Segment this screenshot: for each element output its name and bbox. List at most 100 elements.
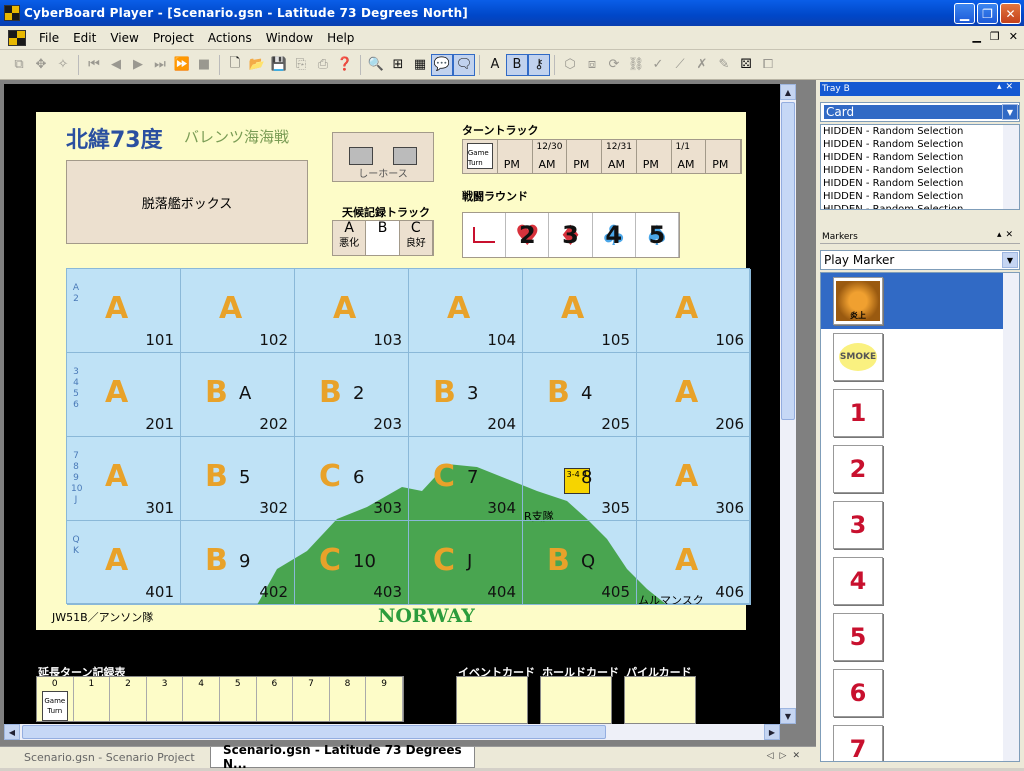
tray-select[interactable]: Card ▼ bbox=[820, 102, 1020, 122]
help-pointer-icon[interactable]: ❓ bbox=[334, 54, 356, 76]
stop-icon[interactable]: ■ bbox=[193, 54, 215, 76]
tray-pane-buttons-icon[interactable]: ▴✕ bbox=[997, 82, 1017, 92]
marker-item[interactable]: 3 bbox=[821, 497, 1019, 553]
marker-item[interactable]: 5 bbox=[821, 609, 1019, 665]
sea-zone-302[interactable]: B 5 302 bbox=[181, 437, 295, 521]
sea-zone-101[interactable]: A 101 bbox=[67, 269, 181, 353]
hold-box[interactable]: しーホース bbox=[332, 132, 434, 182]
window-icon[interactable]: ⧠ bbox=[757, 54, 779, 76]
menu-actions[interactable]: Actions bbox=[201, 31, 259, 45]
sea-zone-104[interactable]: A 104 bbox=[409, 269, 523, 353]
marker-tile[interactable]: SMOKE bbox=[833, 333, 883, 381]
tray-item[interactable]: HIDDEN - Random Selection bbox=[821, 177, 1019, 190]
mdi-restore-icon[interactable]: ❐ bbox=[990, 30, 1000, 43]
balloon-icon[interactable]: 🗨 bbox=[453, 53, 475, 76]
tray-item[interactable]: HIDDEN - Random Selection bbox=[821, 125, 1019, 138]
menu-edit[interactable]: Edit bbox=[66, 31, 103, 45]
marker-tile[interactable]: 3 bbox=[833, 501, 883, 549]
fast-forward-icon[interactable]: ⏩ bbox=[171, 54, 193, 76]
sea-zone-103[interactable]: A 103 bbox=[295, 269, 409, 353]
marker-item[interactable]: SMOKE bbox=[821, 329, 1019, 385]
save-icon[interactable]: 💾 bbox=[268, 54, 290, 76]
app-icon[interactable] bbox=[4, 5, 20, 21]
vertical-scroll-thumb[interactable] bbox=[781, 102, 795, 420]
marker-item[interactable]: 炎上 bbox=[821, 273, 1019, 329]
move-icon[interactable]: ✥ bbox=[30, 54, 52, 76]
sea-zone-206[interactable]: A 206 bbox=[637, 353, 751, 437]
pile-card-box[interactable] bbox=[624, 676, 696, 724]
next-move-icon[interactable]: ▶ bbox=[127, 54, 149, 76]
rotate-icon[interactable]: ⟳ bbox=[603, 54, 625, 76]
pen-icon[interactable]: ✎ bbox=[713, 54, 735, 76]
sea-zone-306[interactable]: A 306 bbox=[637, 437, 751, 521]
lock-icon[interactable]: ⬡ bbox=[559, 54, 581, 76]
chevron-down-icon[interactable]: ▼ bbox=[1002, 252, 1018, 268]
battle-round-cell[interactable]: ♦ 3 bbox=[549, 213, 593, 257]
layer-icon[interactable]: ⧈ bbox=[581, 54, 603, 76]
marker-tile[interactable]: 炎上 bbox=[833, 277, 883, 325]
scroll-up-icon[interactable]: ▲ bbox=[780, 84, 796, 100]
extended-turn-cell[interactable]: 3 bbox=[147, 677, 184, 721]
turn-cell[interactable]: PM bbox=[497, 140, 533, 173]
hold-chit-2[interactable] bbox=[393, 147, 417, 165]
sea-zone-406[interactable]: A 406 bbox=[637, 521, 751, 605]
event-card-box[interactable] bbox=[456, 676, 528, 724]
sea-zone-301[interactable]: A 301 bbox=[67, 437, 181, 521]
marker-list[interactable]: 炎上 SMOKE 1 2 3 4 5 6 7 bbox=[820, 272, 1020, 762]
draw-line-icon[interactable]: ⟋ bbox=[669, 54, 691, 76]
mdi-minimize-icon[interactable]: ▁ bbox=[972, 30, 980, 43]
first-move-icon[interactable]: ⏮ bbox=[83, 54, 105, 76]
copy-icon[interactable]: ⎘ bbox=[290, 54, 312, 76]
marker-set-select[interactable]: Play Marker ▼ bbox=[820, 250, 1020, 270]
sea-zone-201[interactable]: A 201 bbox=[67, 353, 181, 437]
link-icon[interactable]: ⛓ bbox=[625, 54, 647, 76]
turn-cell[interactable]: 1/1 AM bbox=[671, 140, 707, 173]
tray-item[interactable]: HIDDEN - Random Selection bbox=[821, 190, 1019, 203]
dice-icon[interactable]: ⚄ bbox=[735, 54, 757, 76]
bold-icon[interactable]: B bbox=[506, 53, 528, 76]
extended-turn-cell[interactable]: 8 bbox=[330, 677, 367, 721]
game-board[interactable]: 北緯73度 バレンツ海海戦 脱落艦ボックス しーホース ターントラック Game… bbox=[36, 112, 751, 630]
open-folder-icon[interactable]: 📂 bbox=[246, 54, 268, 76]
sea-zone-401[interactable]: A 401 bbox=[67, 521, 181, 605]
restore-button[interactable]: ❐ bbox=[977, 3, 998, 24]
tray-item[interactable]: HIDDEN - Random Selection bbox=[821, 138, 1019, 151]
sea-zone-305[interactable]: 8 305 bbox=[523, 437, 637, 521]
mdi-close-icon[interactable]: ✕ bbox=[1009, 30, 1018, 43]
tab-board-view[interactable]: Scenario.gsn - Latitude 73 Degrees N... bbox=[210, 743, 475, 771]
battle-round-cell[interactable]: ♠ 5 bbox=[636, 213, 680, 257]
board-vertical-scrollbar[interactable]: ▲ ▼ bbox=[780, 84, 796, 724]
marker-tile[interactable]: 1 bbox=[833, 389, 883, 437]
tab-scenario-project[interactable]: Scenario.gsn - Scenario Project bbox=[12, 747, 207, 768]
markers-pane-buttons-icon[interactable]: ▴✕ bbox=[997, 230, 1017, 240]
hold-chit-1[interactable] bbox=[349, 147, 373, 165]
scroll-left-icon[interactable]: ◀ bbox=[4, 724, 20, 740]
sea-zone-203[interactable]: B 2 203 bbox=[295, 353, 409, 437]
turn-cell[interactable]: 12/31 AM bbox=[602, 140, 637, 173]
chevron-down-icon[interactable]: ▼ bbox=[1002, 104, 1018, 120]
close-button[interactable]: ✕ bbox=[1000, 3, 1021, 24]
sea-zone-105[interactable]: A 105 bbox=[523, 269, 637, 353]
extended-turn-cell[interactable]: 1 bbox=[74, 677, 111, 721]
board-horizontal-scrollbar[interactable]: ◀ ▶ bbox=[4, 724, 780, 740]
marker-item[interactable]: 6 bbox=[821, 665, 1019, 721]
round-marker-icon[interactable] bbox=[473, 227, 496, 243]
menu-project[interactable]: Project bbox=[146, 31, 201, 45]
board-view[interactable]: 北緯73度 バレンツ海海戦 脱落艦ボックス しーホース ターントラック Game… bbox=[4, 84, 780, 724]
game-turn-marker[interactable]: Game Turn bbox=[466, 143, 493, 169]
sea-zone-405[interactable]: B Q 405 bbox=[523, 521, 637, 605]
turn-cell[interactable]: PM bbox=[567, 140, 602, 173]
extended-turn-cell[interactable]: 6 bbox=[257, 677, 294, 721]
hold-card-box[interactable] bbox=[540, 676, 612, 724]
marker-item[interactable]: 7 bbox=[821, 721, 1019, 761]
marker-tile[interactable]: 7 bbox=[833, 725, 883, 761]
turn-cell[interactable]: PM bbox=[636, 140, 672, 173]
marker-tile[interactable]: 2 bbox=[833, 445, 883, 493]
tray-item[interactable]: HIDDEN - Random Selection bbox=[821, 203, 1019, 209]
tab-scroll-arrows-icon[interactable]: ◁▷✕ bbox=[767, 751, 806, 761]
board-icon[interactable]: ▦ bbox=[409, 54, 431, 76]
scroll-down-icon[interactable]: ▼ bbox=[780, 708, 796, 724]
menu-window[interactable]: Window bbox=[259, 31, 320, 45]
marker-tile[interactable]: 4 bbox=[833, 557, 883, 605]
stack-icon[interactable]: ⧉ bbox=[8, 54, 30, 76]
